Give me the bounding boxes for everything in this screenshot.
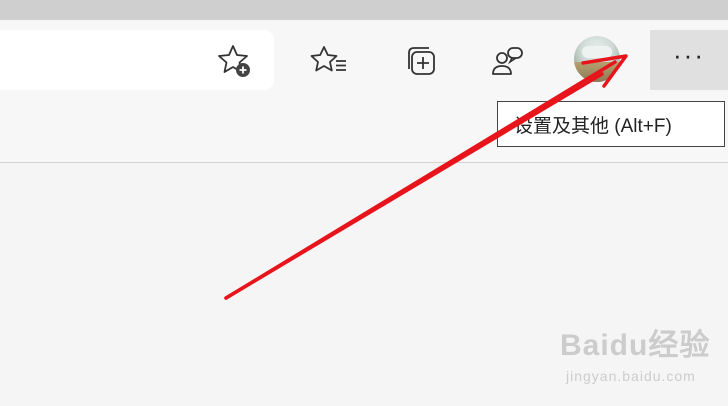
watermark-url: jingyan.baidu.com [566, 368, 696, 384]
annotation-arrow-line [224, 72, 604, 300]
watermark-logo: Baidu经验 [560, 329, 711, 362]
watermark: Baidu经验 jingyan.baidu.com [560, 320, 720, 390]
